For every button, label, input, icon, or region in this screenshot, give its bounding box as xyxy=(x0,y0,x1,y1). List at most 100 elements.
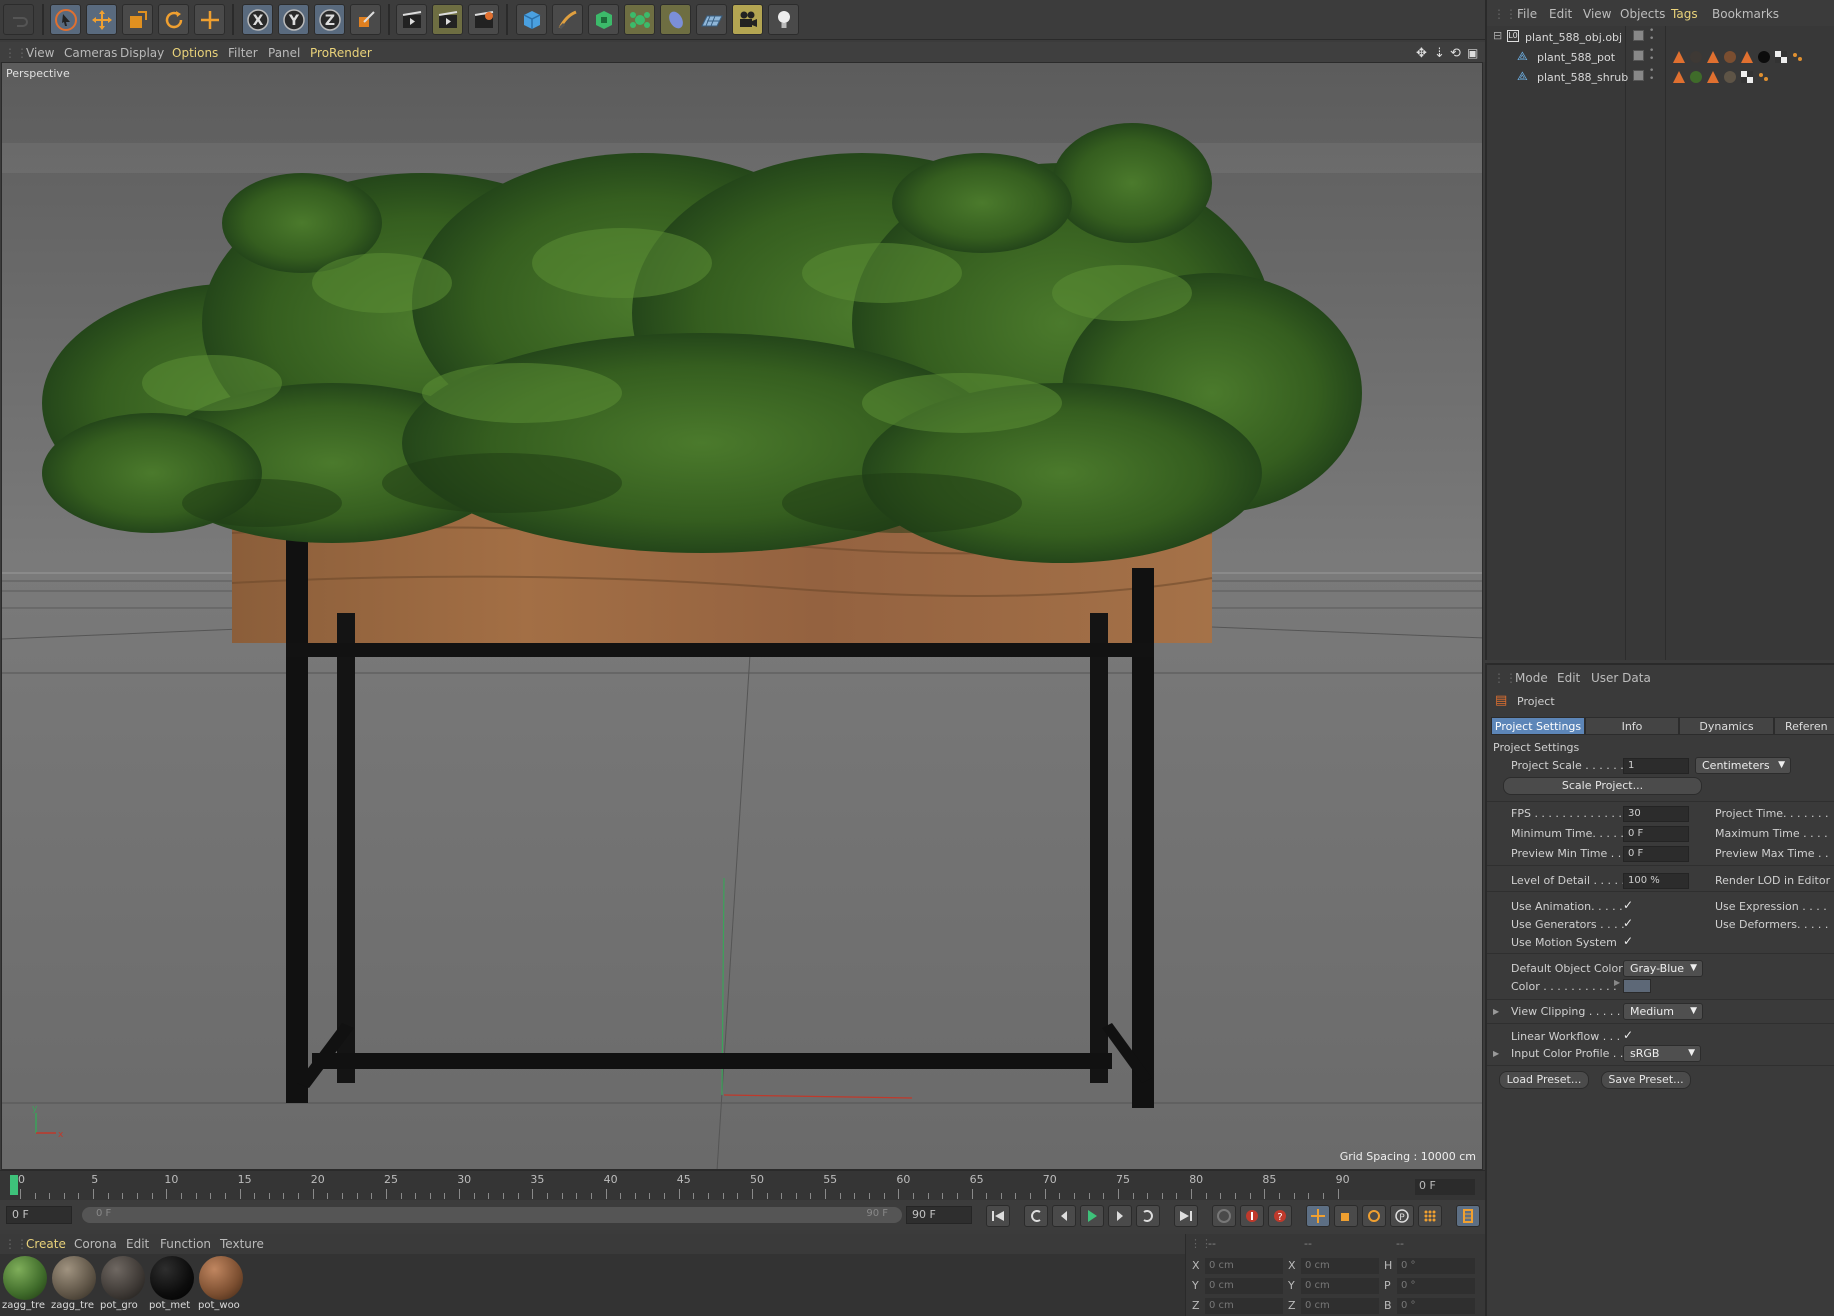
cube-icon[interactable] xyxy=(516,4,547,35)
position-y-field[interactable]: 0 cm xyxy=(1205,1278,1283,1294)
layer-icon[interactable] xyxy=(1633,70,1644,81)
object-row[interactable]: ⊟ L0 plant_588_obj.obj • • xyxy=(1487,27,1834,47)
material-menu-corona[interactable]: Corona xyxy=(74,1237,117,1251)
frame-ruler[interactable]: 0 5 10 15 20 25 30 35 40 45 50 55 60 65 70 75 80 85 90 xyxy=(10,1171,1415,1201)
size-y-field[interactable]: 0 cm xyxy=(1301,1278,1379,1294)
next-key-icon[interactable] xyxy=(1136,1205,1160,1227)
range-slider[interactable]: 0 F 90 F xyxy=(82,1207,902,1223)
material-menu-edit[interactable]: Edit xyxy=(126,1237,149,1251)
viewport-zoom-icon[interactable]: ⇣ xyxy=(1434,46,1445,61)
object-menu-view[interactable]: View xyxy=(1583,7,1611,21)
start-frame-field[interactable]: 0 F xyxy=(6,1206,72,1224)
material-tag-icon[interactable] xyxy=(1689,70,1703,84)
object-menu-bookmarks[interactable]: Bookmarks xyxy=(1712,7,1779,21)
render-settings-icon[interactable] xyxy=(468,4,499,35)
texture-tag-icon[interactable] xyxy=(1740,70,1754,84)
fps-field[interactable]: 30 xyxy=(1623,806,1689,822)
use-motion-system-checkbox[interactable]: ✓ xyxy=(1623,935,1635,948)
record-keys-icon[interactable] xyxy=(1212,1205,1236,1227)
transform-icon[interactable] xyxy=(194,4,225,35)
select-arrow-icon[interactable] xyxy=(50,4,81,35)
level-of-detail-field[interactable]: 100 % xyxy=(1623,873,1689,889)
rotation-p-field[interactable]: 0 ° xyxy=(1397,1278,1475,1294)
collapse-icon[interactable]: ⊟ xyxy=(1493,29,1502,42)
view-clipping-dropdown[interactable]: Medium ▼ xyxy=(1623,1003,1703,1020)
viewport-menu-view[interactable]: View xyxy=(26,46,54,60)
3d-viewport[interactable]: y x Perspective Grid Spacing : 10000 cm xyxy=(1,62,1483,1170)
key-scale-icon[interactable] xyxy=(1334,1205,1358,1227)
pen-spline-icon[interactable] xyxy=(552,4,583,35)
default-object-color-dropdown[interactable]: Gray-Blue ▼ xyxy=(1623,960,1703,977)
move-icon[interactable] xyxy=(86,4,117,35)
material-swatch[interactable]: pot_woo xyxy=(198,1256,244,1314)
camera-icon[interactable] xyxy=(732,4,763,35)
tab-project-settings[interactable]: Project Settings xyxy=(1491,717,1585,735)
rotate-icon[interactable] xyxy=(158,4,189,35)
key-selection-icon[interactable]: ? xyxy=(1268,1205,1292,1227)
minimum-time-field[interactable]: 0 F xyxy=(1623,826,1689,842)
save-preset-button[interactable]: Save Preset... xyxy=(1601,1071,1691,1089)
viewport-menu-options[interactable]: Options xyxy=(172,46,218,60)
object-row[interactable]: ⟁ plant_588_pot • • xyxy=(1487,47,1834,67)
grip-handle[interactable]: ⋮⋮ xyxy=(1493,7,1517,21)
key-parameter-icon[interactable]: P xyxy=(1390,1205,1414,1227)
tab-info[interactable]: Info xyxy=(1585,717,1679,735)
undo-icon[interactable] xyxy=(3,4,34,35)
project-scale-unit-dropdown[interactable]: Centimeters ▼ xyxy=(1695,757,1791,774)
input-color-profile-dropdown[interactable]: sRGB ▼ xyxy=(1623,1045,1701,1062)
object-menu-edit[interactable]: Edit xyxy=(1549,7,1572,21)
render-view-icon[interactable] xyxy=(396,4,427,35)
timeline-ruler[interactable]: 0 5 10 15 20 25 30 35 40 45 50 55 60 65 70 75 80 85 90 0 F xyxy=(0,1170,1485,1200)
size-x-field[interactable]: 0 cm xyxy=(1301,1258,1379,1274)
material-swatch[interactable]: pot_met xyxy=(149,1256,195,1314)
object-menu-objects[interactable]: Objects xyxy=(1620,7,1665,21)
object-menu-tags[interactable]: Tags xyxy=(1671,7,1698,21)
attribute-menu-edit[interactable]: Edit xyxy=(1557,671,1580,685)
visibility-dots-icon[interactable]: • • xyxy=(1649,47,1654,64)
attribute-menu-mode[interactable]: Mode xyxy=(1515,671,1548,685)
object-row[interactable]: ⟁ plant_588_shrub • • xyxy=(1487,67,1834,87)
grip-handle[interactable]: ⋮⋮ xyxy=(4,1237,28,1251)
floor-icon[interactable] xyxy=(696,4,727,35)
end-frame-field[interactable]: 90 F xyxy=(906,1206,972,1224)
viewport-move-icon[interactable]: ✥ xyxy=(1416,46,1427,61)
phong-tag-icon[interactable] xyxy=(1706,70,1720,84)
rotation-h-field[interactable]: 0 ° xyxy=(1397,1258,1475,1274)
deformer-icon[interactable] xyxy=(660,4,691,35)
attribute-menu-user-data[interactable]: User Data xyxy=(1591,671,1651,685)
selection-tag-icon[interactable] xyxy=(1757,70,1771,84)
key-rotation-icon[interactable] xyxy=(1362,1205,1386,1227)
position-x-field[interactable]: 0 cm xyxy=(1205,1258,1283,1274)
project-scale-field[interactable]: 1 xyxy=(1623,758,1689,774)
rotation-b-field[interactable]: 0 ° xyxy=(1397,1298,1475,1314)
playhead[interactable] xyxy=(10,1175,18,1195)
use-generators-checkbox[interactable]: ✓ xyxy=(1623,917,1635,930)
tab-referencing[interactable]: Referen xyxy=(1774,717,1834,735)
material-tag-icon[interactable] xyxy=(1723,70,1737,84)
previous-key-icon[interactable] xyxy=(1024,1205,1048,1227)
viewport-menu-display[interactable]: Display xyxy=(120,46,164,60)
grip-handle[interactable]: ⋮⋮ xyxy=(4,46,28,60)
material-tag-icon[interactable] xyxy=(1689,50,1703,64)
phong-tag-icon[interactable] xyxy=(1706,50,1720,64)
tab-dynamics[interactable]: Dynamics xyxy=(1679,717,1774,735)
texture-tag-icon[interactable] xyxy=(1774,50,1788,64)
viewport-menu-prorender[interactable]: ProRender xyxy=(310,46,372,60)
previous-frame-icon[interactable] xyxy=(1052,1205,1076,1227)
linear-workflow-checkbox[interactable]: ✓ xyxy=(1623,1029,1635,1042)
size-z-field[interactable]: 0 cm xyxy=(1301,1298,1379,1314)
render-to-picture-viewer-icon[interactable] xyxy=(432,4,463,35)
layer-icon[interactable] xyxy=(1633,30,1644,41)
z-axis-lock-icon[interactable]: Z xyxy=(314,4,345,35)
viewport-menu-panel[interactable]: Panel xyxy=(268,46,300,60)
coordinate-system-icon[interactable] xyxy=(350,4,381,35)
position-z-field[interactable]: 0 cm xyxy=(1205,1298,1283,1314)
selection-tag-icon[interactable] xyxy=(1791,50,1805,64)
phong-tag-icon[interactable] xyxy=(1672,70,1686,84)
material-swatch[interactable]: pot_gro xyxy=(100,1256,146,1314)
material-tag-icon[interactable] xyxy=(1723,50,1737,64)
light-icon[interactable] xyxy=(768,4,799,35)
material-menu-create[interactable]: Create xyxy=(26,1237,66,1251)
cloner-icon[interactable] xyxy=(624,4,655,35)
phong-tag-icon[interactable] xyxy=(1740,50,1754,64)
